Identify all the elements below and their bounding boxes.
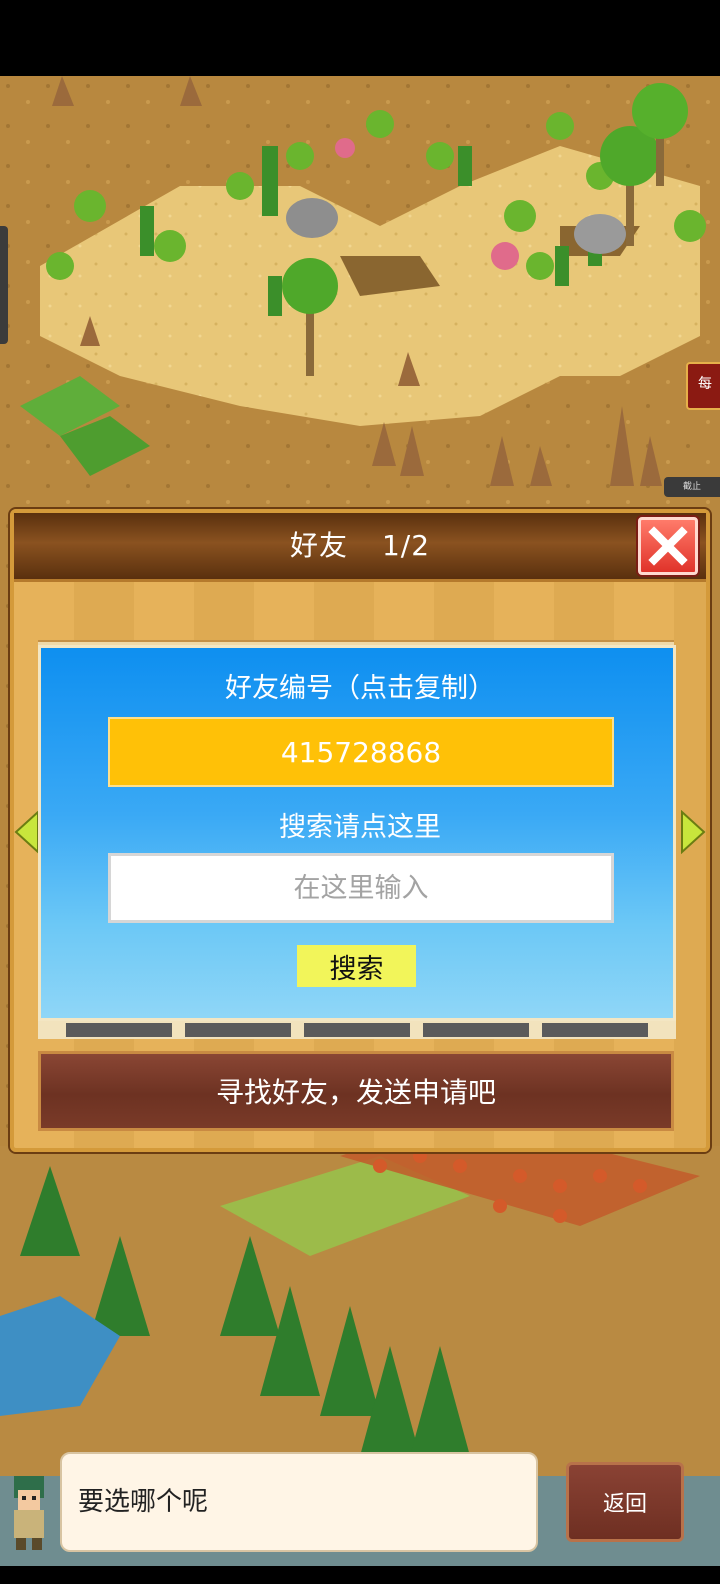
panel-title-text: 好友	[289, 529, 348, 562]
bottom-tab-strip	[38, 1021, 676, 1039]
daily-badge-label: 每	[698, 376, 712, 392]
friend-id-copy-box[interactable]: 415728868	[108, 717, 614, 787]
find-friends-label: 寻找好友，发送申请吧	[215, 1076, 496, 1109]
dialog-message: 要选哪个呢	[78, 1487, 209, 1517]
close-icon	[648, 526, 688, 566]
daily-badge[interactable]: 每	[686, 362, 720, 410]
tab-slot-4[interactable]	[423, 1023, 529, 1037]
side-tab[interactable]	[0, 226, 8, 344]
close-button[interactable]	[638, 517, 698, 575]
search-button[interactable]: 搜索	[297, 945, 416, 987]
page-indicator: 1/2	[381, 529, 431, 562]
side-small-label: 截止	[664, 477, 720, 497]
character-avatar	[2, 1470, 56, 1554]
friend-search-input[interactable]	[108, 853, 614, 923]
tab-slot-5[interactable]	[542, 1023, 648, 1037]
tab-slot-2[interactable]	[185, 1023, 291, 1037]
find-friends-button[interactable]: 寻找好友，发送申请吧	[38, 1051, 674, 1131]
search-label: 搜索请点这里	[279, 812, 441, 843]
panel-title: 好友 1/2	[14, 513, 706, 579]
friend-id-value: 415728868	[280, 735, 442, 769]
friend-id-label: 好友编号（点击复制）	[225, 673, 495, 704]
tab-slot-3[interactable]	[304, 1023, 410, 1037]
dialog-box: 要选哪个呢	[60, 1452, 538, 1552]
tab-slot-1[interactable]	[66, 1023, 172, 1037]
character-avatar-icon	[14, 1476, 44, 1550]
back-button[interactable]: 返回	[566, 1462, 684, 1542]
back-button-label: 返回	[602, 1492, 647, 1517]
